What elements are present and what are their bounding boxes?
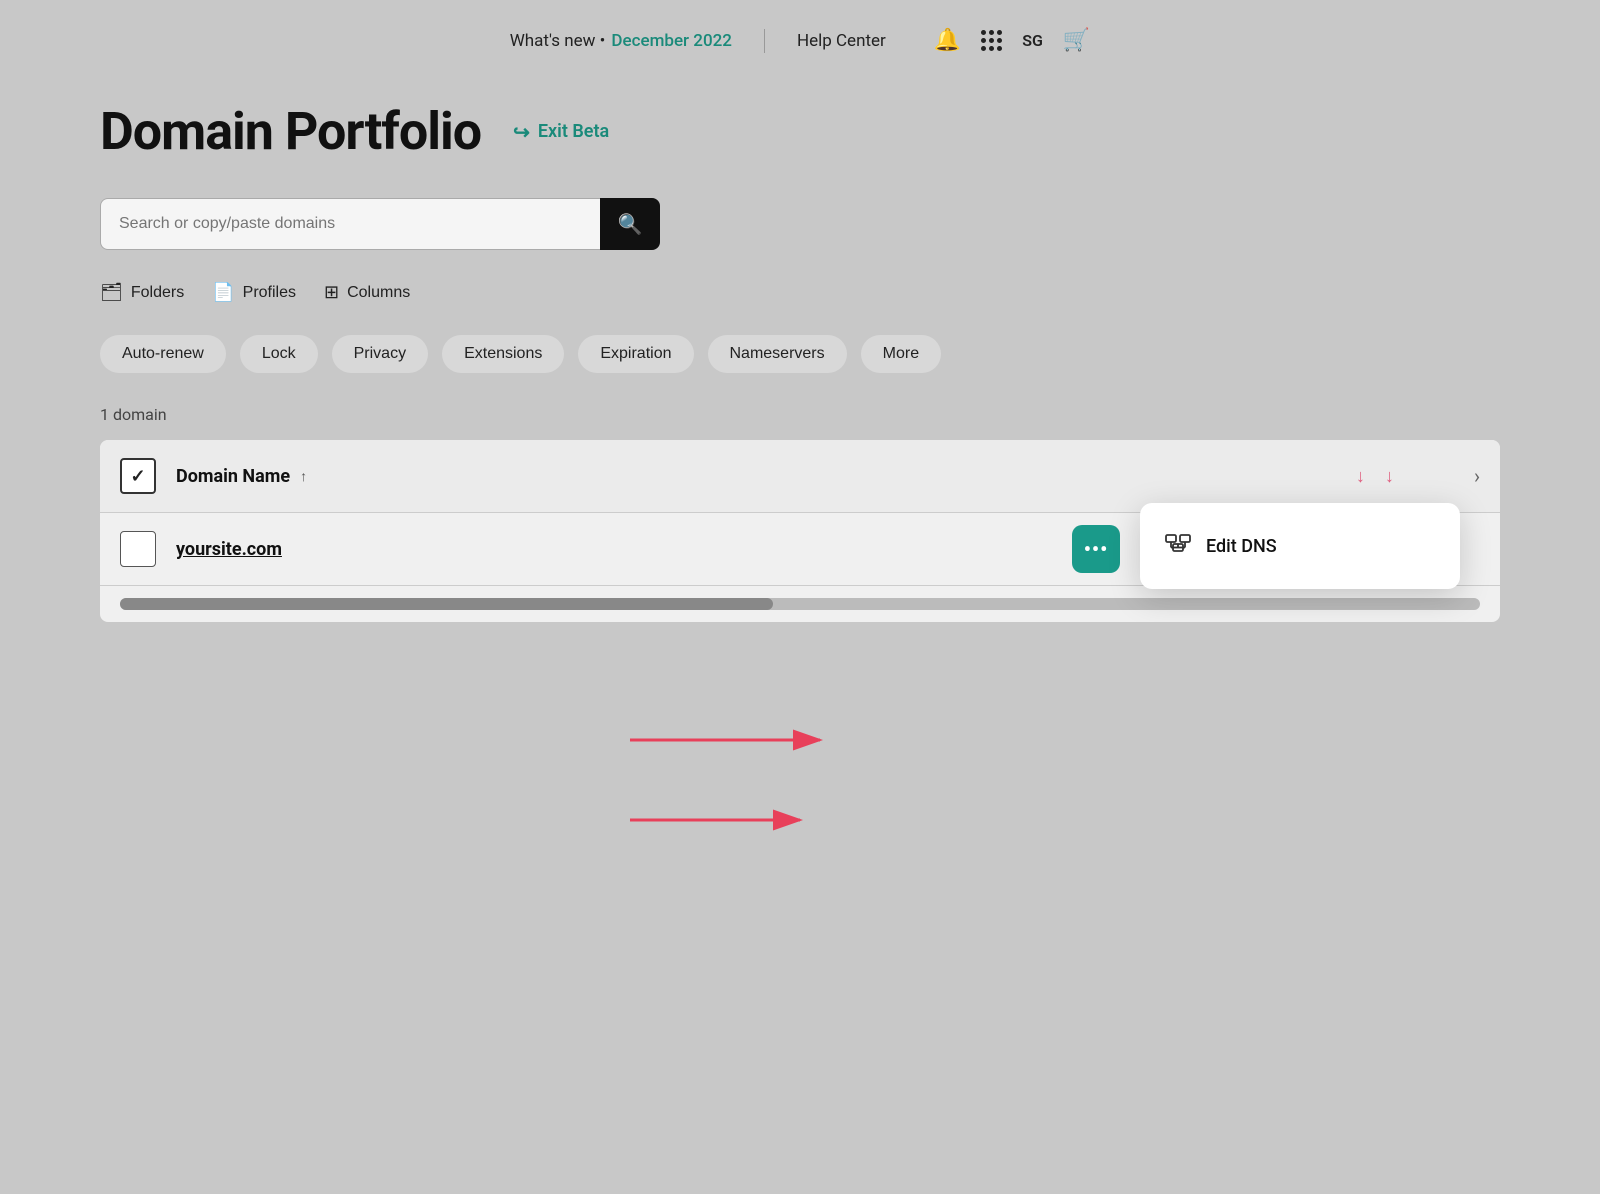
header-checkbox[interactable]: ✓	[120, 458, 156, 494]
arrow-annotations: ↓ ↓	[1356, 466, 1394, 487]
scroll-thumb[interactable]	[120, 598, 773, 610]
columns-label: Columns	[347, 284, 410, 302]
filter-expiration[interactable]: Expiration	[578, 335, 693, 373]
domain-name-label: Domain Name	[176, 466, 290, 487]
check-icon: ✓	[130, 466, 145, 487]
top-nav: What's new • December 2022 Help Center 🔔…	[0, 0, 1600, 81]
arrow-down-left: ↓	[1356, 466, 1365, 487]
arrow-down-right: ↓	[1385, 466, 1394, 487]
folders-button[interactable]: 🗂 Folders	[100, 282, 184, 303]
whats-new-label: What's new •	[510, 31, 606, 51]
page-header: Domain Portfolio ↪ Exit Beta	[100, 101, 1500, 162]
whats-new-link[interactable]: December 2022	[611, 31, 732, 51]
profile-icon: 📄	[212, 282, 234, 303]
filter-extensions[interactable]: Extensions	[442, 335, 564, 373]
search-input[interactable]	[100, 198, 600, 250]
exit-beta-icon: ↪	[513, 120, 530, 144]
whats-new: What's new • December 2022	[510, 31, 732, 51]
col-domain-name-header: Domain Name ↑	[176, 466, 436, 487]
filter-auto-renew[interactable]: Auto-renew	[100, 335, 226, 373]
search-button[interactable]: 🔍	[600, 198, 660, 250]
edit-dns-label: Edit DNS	[1206, 536, 1277, 557]
more-dots-icon: •••	[1084, 537, 1109, 561]
filter-pills: Auto-renew Lock Privacy Extensions Expir…	[100, 335, 1500, 373]
filter-lock[interactable]: Lock	[240, 335, 318, 373]
search-bar: 🔍	[100, 198, 660, 250]
domain-table: ✓ Domain Name ↑ ↓ ↓ › yoursite.com ••• —	[100, 440, 1500, 622]
horizontal-scrollbar[interactable]	[120, 598, 1480, 610]
more-options-button[interactable]: •••	[1072, 525, 1120, 573]
cart-icon[interactable]: 🛒	[1063, 28, 1090, 53]
main-content: Domain Portfolio ↪ Exit Beta 🔍 🗂 Folders…	[0, 81, 1600, 682]
row-chevron-icon[interactable]: ›	[1474, 464, 1480, 488]
profiles-button[interactable]: 📄 Profiles	[212, 282, 296, 303]
toolbar: 🗂 Folders 📄 Profiles ⊞ Columns	[100, 282, 1500, 303]
nav-divider	[764, 29, 765, 53]
sort-asc-icon[interactable]: ↑	[300, 468, 307, 485]
page-title: Domain Portfolio	[100, 101, 481, 162]
filter-nameservers[interactable]: Nameservers	[708, 335, 847, 373]
domain-count: 1 domain	[100, 405, 1500, 424]
filter-more[interactable]: More	[861, 335, 941, 373]
popup-menu: Edit DNS	[1140, 503, 1460, 589]
folder-icon: 🗂	[100, 282, 123, 303]
filter-privacy[interactable]: Privacy	[332, 335, 428, 373]
exit-beta-button[interactable]: ↪ Exit Beta	[513, 120, 609, 144]
columns-button[interactable]: ⊞ Columns	[324, 282, 410, 303]
exit-beta-label: Exit Beta	[538, 121, 609, 142]
domain-name-cell[interactable]: yoursite.com	[176, 539, 436, 560]
folders-label: Folders	[131, 284, 184, 302]
nav-icon-group: 🔔 SG 🛒	[934, 28, 1090, 53]
profiles-label: Profiles	[243, 284, 296, 302]
columns-icon: ⊞	[324, 282, 339, 303]
user-avatar[interactable]: SG	[1022, 31, 1043, 50]
dns-icon	[1164, 529, 1192, 563]
search-icon: 🔍	[618, 212, 643, 237]
edit-dns-item[interactable]: Edit DNS	[1140, 511, 1460, 581]
notification-icon[interactable]: 🔔	[934, 28, 961, 53]
help-center-link[interactable]: Help Center	[797, 31, 886, 51]
table-row: yoursite.com ••• —	[100, 513, 1500, 586]
apps-grid-icon[interactable]	[981, 30, 1002, 51]
row-checkbox[interactable]	[120, 531, 156, 567]
